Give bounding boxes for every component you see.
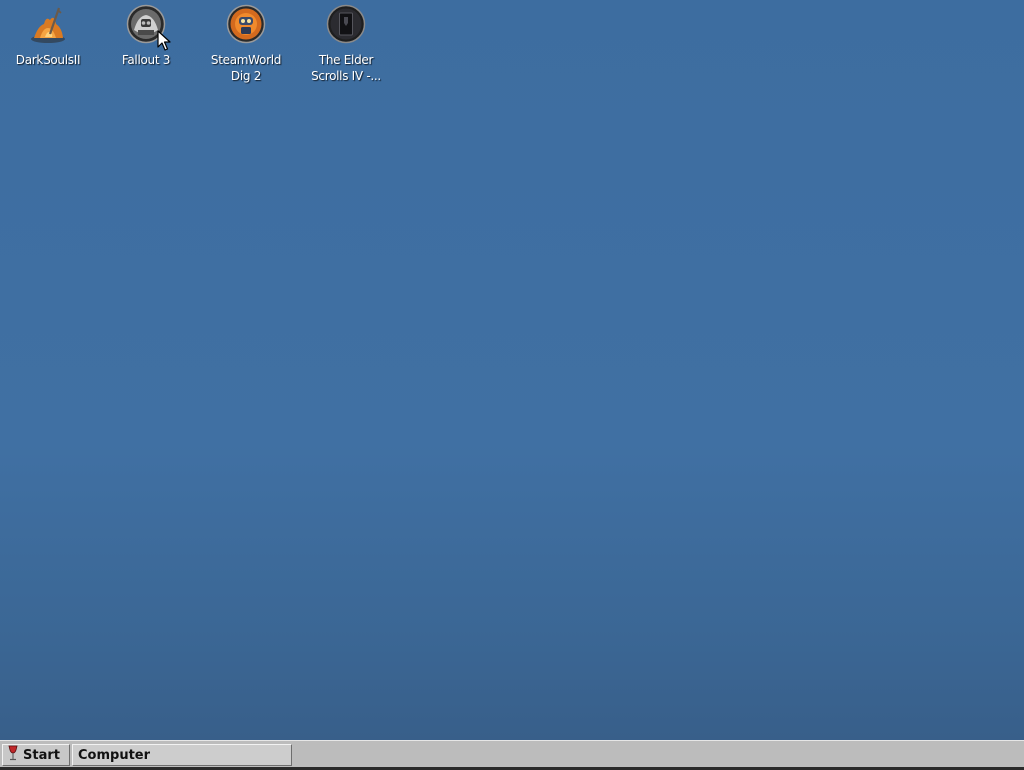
desktop-icon-elder-scrolls-iv[interactable]: The Elder Scrolls IV -... — [298, 4, 394, 84]
desktop-icon-label: DarkSoulsII — [15, 53, 81, 67]
bonfire-icon — [28, 4, 68, 44]
taskbar-item-computer[interactable]: Computer — [72, 744, 292, 766]
desktop-icon-steamworld-dig-2[interactable]: SteamWorld Dig 2 — [198, 4, 294, 84]
desktop-icon-label: The Elder Scrolls IV -... — [311, 53, 381, 83]
taskbar-item-label: Computer — [78, 747, 151, 763]
start-label: Start — [23, 747, 60, 763]
steamworld-icon — [226, 4, 266, 44]
fallout-icon — [126, 4, 166, 44]
desktop-icon-label: Fallout 3 — [121, 53, 171, 67]
desktop-icon-darksouls[interactable]: DarkSoulsII — [0, 4, 96, 68]
taskbar: Start Computer — [0, 740, 1024, 770]
wine-glass-icon — [8, 745, 18, 765]
desktop[interactable]: DarkSoulsII Fallout 3 SteamWorld Dig 2 T… — [0, 0, 1024, 740]
elder-scrolls-icon — [326, 4, 366, 44]
desktop-icon-label: SteamWorld Dig 2 — [210, 53, 282, 83]
start-button[interactable]: Start — [2, 744, 70, 766]
desktop-icon-fallout-3[interactable]: Fallout 3 — [98, 4, 194, 68]
